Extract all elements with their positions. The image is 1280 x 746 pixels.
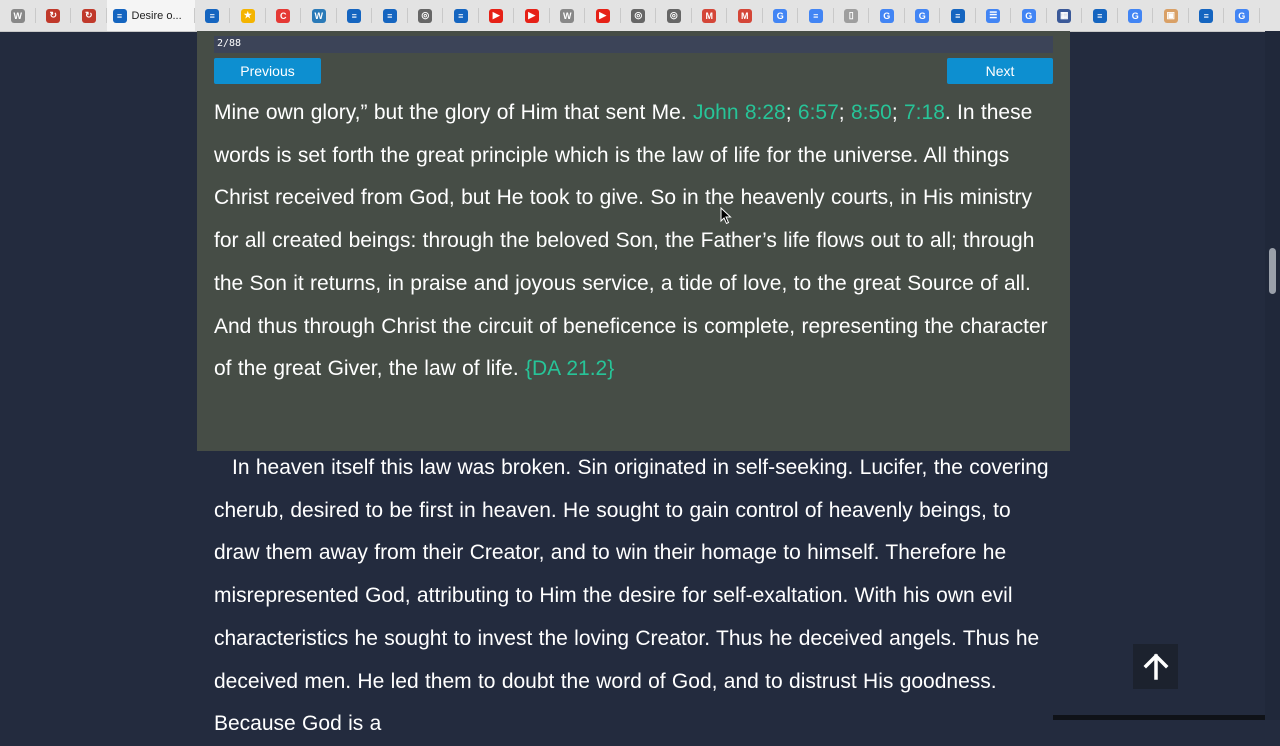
browser-tab[interactable]: ≡ bbox=[372, 0, 408, 31]
browser-tab[interactable]: G bbox=[905, 0, 941, 31]
browser-tab[interactable]: ≡ bbox=[940, 0, 976, 31]
browser-tab[interactable]: ◎ bbox=[408, 0, 444, 31]
egw-icon: ≡ bbox=[347, 8, 362, 23]
youtube-icon: ▶ bbox=[524, 8, 539, 23]
browser-tab[interactable]: ▣ bbox=[1153, 0, 1189, 31]
browser-tab[interactable]: ◎ bbox=[656, 0, 692, 31]
bottom-edge-bar bbox=[1053, 715, 1265, 720]
google-icon: G bbox=[915, 8, 930, 23]
browser-tab-active[interactable]: ≡ Desire o... bbox=[106, 0, 195, 31]
browser-tab[interactable]: ▦ bbox=[1047, 0, 1083, 31]
browser-tab[interactable]: ≡ bbox=[1082, 0, 1118, 31]
gmail-icon: M bbox=[702, 8, 717, 23]
w-icon: W bbox=[10, 8, 25, 23]
openai-icon: ◎ bbox=[418, 8, 433, 23]
egw-icon: ≡ bbox=[112, 8, 127, 23]
browser-tab[interactable]: ≡ bbox=[195, 0, 231, 31]
browser-tab[interactable]: ≡ bbox=[443, 0, 479, 31]
browser-tab[interactable]: G bbox=[1118, 0, 1154, 31]
browser-tab[interactable]: C bbox=[266, 0, 302, 31]
browser-tab[interactable]: ★ bbox=[230, 0, 266, 31]
reference-link-6-57[interactable]: 6:57 bbox=[798, 101, 839, 124]
browser-tab[interactable]: ▯ bbox=[834, 0, 870, 31]
file-icon: ▯ bbox=[844, 8, 859, 23]
scrollbar-thumb[interactable] bbox=[1269, 248, 1276, 294]
egw-icon: ≡ bbox=[1199, 8, 1214, 23]
egw-icon: ≡ bbox=[950, 8, 965, 23]
browser-tab[interactable]: ≡ bbox=[337, 0, 373, 31]
star-icon: ★ bbox=[240, 8, 255, 23]
youtube-icon: ▶ bbox=[489, 8, 504, 23]
openai-icon: ◎ bbox=[631, 8, 646, 23]
browser-tab[interactable]: G bbox=[763, 0, 799, 31]
browser-tab[interactable]: G bbox=[869, 0, 905, 31]
egw-icon: ≡ bbox=[205, 8, 220, 23]
browser-tab[interactable]: ◎ bbox=[621, 0, 657, 31]
mouse-cursor-icon bbox=[720, 207, 732, 225]
page-scrollbar[interactable] bbox=[1265, 31, 1280, 720]
browser-tab[interactable]: ▶ bbox=[585, 0, 621, 31]
browser-tab[interactable]: W bbox=[0, 0, 36, 31]
google-icon: G bbox=[1234, 8, 1249, 23]
refresh-red-icon: ↻ bbox=[81, 8, 96, 23]
browser-tab[interactable]: ≡ bbox=[1189, 0, 1225, 31]
gmail-icon: M bbox=[737, 8, 752, 23]
reading-progress-bar: 2/88 bbox=[214, 36, 1053, 53]
google-icon: G bbox=[773, 8, 788, 23]
docs-icon: ≡ bbox=[808, 8, 823, 23]
w-icon: W bbox=[560, 8, 575, 23]
browser-tab[interactable]: ↻ bbox=[36, 0, 72, 31]
previous-button[interactable]: Previous bbox=[214, 58, 321, 84]
active-tab-title: Desire o... bbox=[131, 9, 182, 22]
egw-icon: ≡ bbox=[453, 8, 468, 23]
wordpress-icon: W bbox=[311, 8, 326, 23]
google-icon: G bbox=[879, 8, 894, 23]
back-to-top-button[interactable] bbox=[1133, 644, 1178, 689]
egw-icon: ≡ bbox=[1092, 8, 1107, 23]
next-button[interactable]: Next bbox=[947, 58, 1053, 84]
grid-icon: ▦ bbox=[1057, 8, 1072, 23]
reference-link-7-18[interactable]: 7:18 bbox=[904, 101, 945, 124]
openai-icon: ◎ bbox=[666, 8, 681, 23]
browser-tab[interactable]: G bbox=[1011, 0, 1047, 31]
refresh-red-icon: ↻ bbox=[46, 8, 61, 23]
progress-label: 2/88 bbox=[217, 38, 242, 49]
browser-tab[interactable]: ▶ bbox=[514, 0, 550, 31]
list-icon: ☰ bbox=[986, 8, 1001, 23]
browser-tab[interactable]: ↻ bbox=[71, 0, 107, 31]
egw-icon: ≡ bbox=[382, 8, 397, 23]
browser-tab-bar: W ↻ ↻ ≡ Desire o... ≡ ★ C W ≡ ≡ ◎ ≡ ▶ ▶ W ▶ ◎ ◎ M M G ≡ ▯ G G ≡ ☰ G ▦… bbox=[0, 0, 1280, 32]
google-icon: G bbox=[1128, 8, 1143, 23]
citation-link[interactable]: {DA 21.2} bbox=[525, 357, 614, 380]
browser-tab[interactable]: ≡ bbox=[798, 0, 834, 31]
google-icon: G bbox=[1021, 8, 1036, 23]
browser-tab[interactable]: ▶ bbox=[479, 0, 515, 31]
browser-tab[interactable]: ☰ bbox=[976, 0, 1012, 31]
browser-tab[interactable]: W bbox=[550, 0, 586, 31]
browser-tab[interactable]: M bbox=[692, 0, 728, 31]
browser-tab[interactable]: W bbox=[301, 0, 337, 31]
arrow-up-icon bbox=[1143, 653, 1168, 680]
browser-tab[interactable]: M bbox=[727, 0, 763, 31]
photo-icon: ▣ bbox=[1163, 8, 1178, 23]
youtube-icon: ▶ bbox=[595, 8, 610, 23]
paragraph-next: In heaven itself this law was broken. Si… bbox=[214, 456, 1049, 736]
browser-tab[interactable]: G bbox=[1224, 0, 1260, 31]
paragraph-highlighted: Mine own glory,” but the glory of Him th… bbox=[214, 101, 1048, 381]
c-icon: C bbox=[276, 8, 291, 23]
reference-link-8-50[interactable]: 8:50 bbox=[851, 101, 892, 124]
reference-link-john-8-28[interactable]: John 8:28 bbox=[693, 101, 786, 124]
